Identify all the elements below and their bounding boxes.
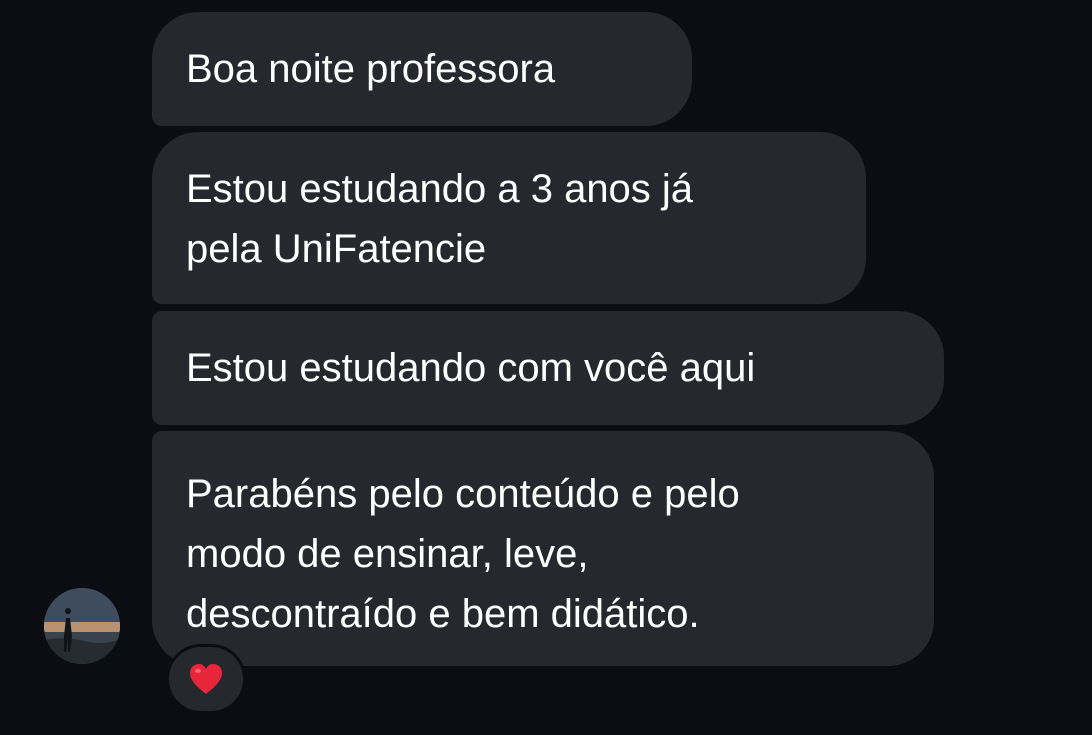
message-text: pela UniFatencie xyxy=(186,227,487,271)
reaction-badge[interactable] xyxy=(166,644,246,714)
message-text: Estou estudando com você aqui xyxy=(186,346,756,390)
profile-photo xyxy=(44,588,120,664)
message-text: Boa noite professora xyxy=(186,47,556,91)
message-bubble[interactable]: Parabéns pelo conteúdo e pelo modo de en… xyxy=(152,431,934,666)
message-text: Parabéns pelo conteúdo e pelo xyxy=(186,472,740,516)
heart-icon xyxy=(190,664,222,694)
chat-thread: Boa noite professora Estou estudando a 3… xyxy=(0,0,1092,735)
message-text: modo de ensinar, leve, xyxy=(186,532,589,576)
message-bubble[interactable]: Estou estudando a 3 anos já pela UniFate… xyxy=(152,132,866,304)
message-text: Estou estudando a 3 anos já xyxy=(186,167,694,211)
message-bubble[interactable]: Estou estudando com você aqui xyxy=(152,311,944,425)
message-bubble[interactable]: Boa noite professora xyxy=(152,12,692,126)
sender-avatar[interactable] xyxy=(44,588,120,664)
message-text: descontraído e bem didático. xyxy=(186,592,700,636)
